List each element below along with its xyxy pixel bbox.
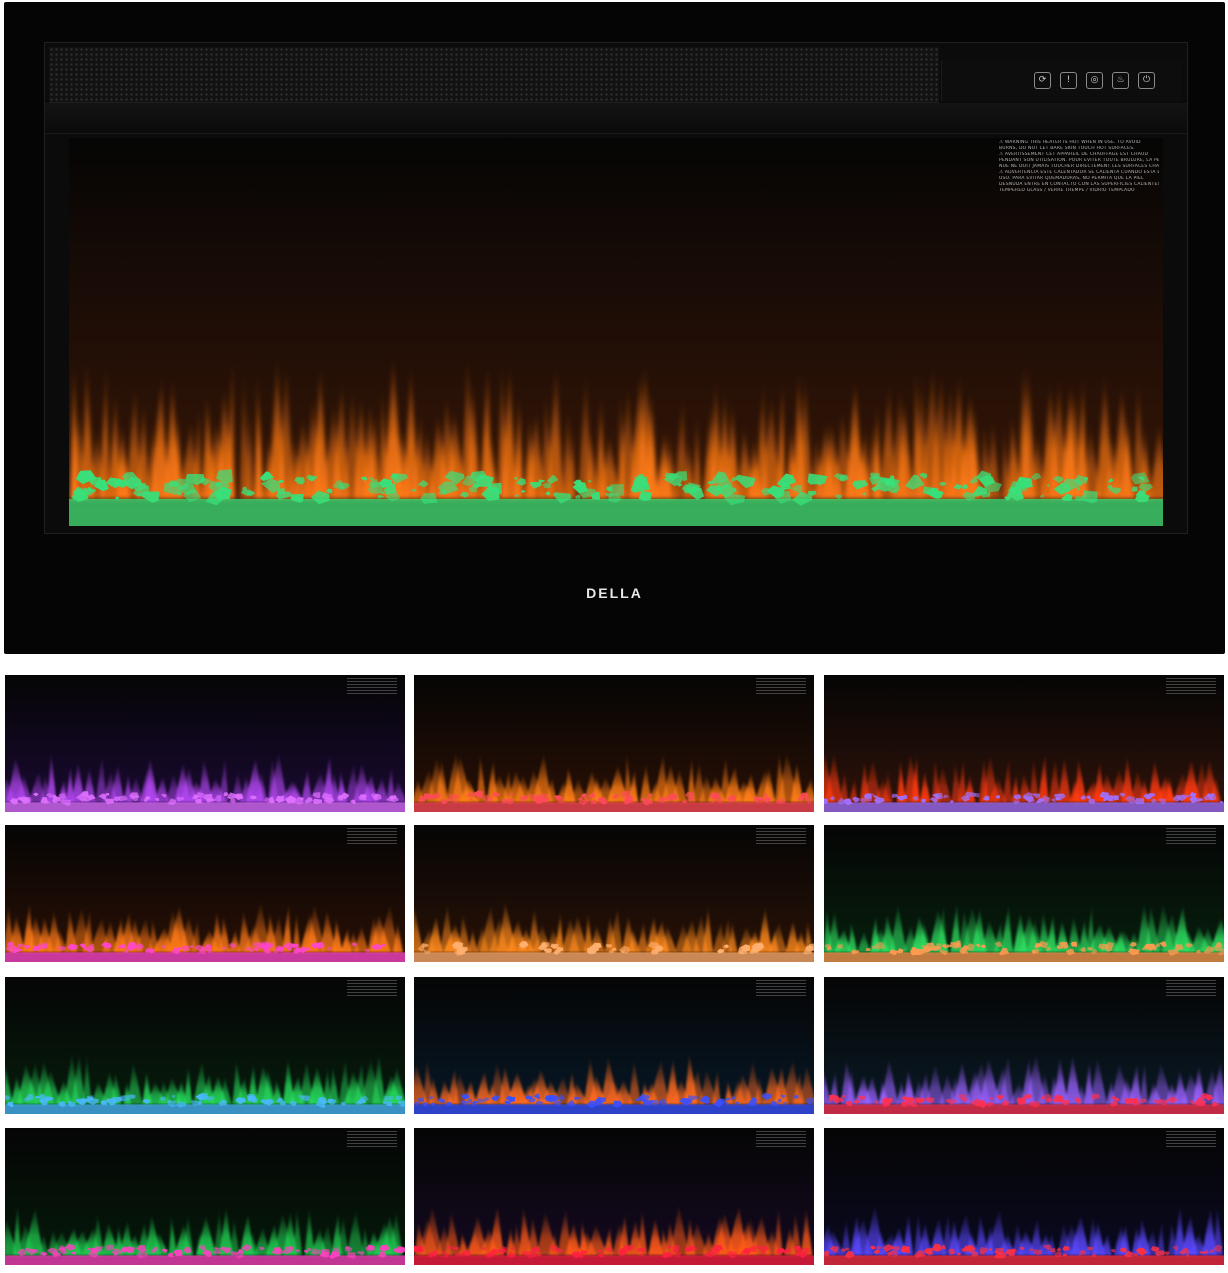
control-panel: ⟳ ! ◎ ♨ ⏻ [941, 61, 1182, 101]
ember-glow-strip [824, 802, 1224, 812]
ember-glow-strip [5, 1255, 405, 1265]
brand-logo: DELLA [586, 585, 643, 601]
variant-warning-label [756, 828, 806, 846]
variant-flame-display [414, 675, 814, 812]
ember-crystal [837, 944, 843, 949]
variant-warning-label [1166, 980, 1216, 998]
ember-glow-strip [5, 1104, 405, 1114]
variant-flame-display [824, 1128, 1224, 1265]
ember-glow-strip [824, 1104, 1224, 1114]
ember-glow-strip [69, 498, 1163, 526]
variant-flame-display [5, 825, 405, 962]
warning-label: ⚠ WARNING THIS HEATER IS HOT WHEN IN USE… [999, 140, 1159, 200]
color-variant-thumbnail [414, 977, 814, 1114]
color-variant-thumbnail [5, 825, 405, 962]
ember-crystal [290, 943, 296, 947]
flame-icon[interactable]: ♨ [1112, 72, 1129, 89]
color-variant-thumbnail [5, 1128, 405, 1265]
color-variant-thumbnail [414, 675, 814, 812]
ember-glow-strip [414, 1255, 814, 1265]
variant-flame-display [824, 825, 1224, 962]
fireplace-main-photo: ⟳ ! ◎ ♨ ⏻ ⚠ WARNING THIS HEATER IS HOT W… [4, 2, 1225, 654]
color-variant-thumbnail [824, 977, 1224, 1114]
variant-warning-label [756, 678, 806, 696]
variant-flame-display [824, 977, 1224, 1114]
variant-warning-label [1166, 1131, 1216, 1149]
variant-warning-label [347, 980, 397, 998]
variant-warning-label [1166, 678, 1216, 696]
variant-flame-display [414, 825, 814, 962]
fireplace-frame: ⟳ ! ◎ ♨ ⏻ ⚠ WARNING THIS HEATER IS HOT W… [44, 42, 1188, 534]
heater-vent-grille [49, 47, 939, 103]
color-variant-thumbnail [5, 977, 405, 1114]
variant-flame-display [414, 977, 814, 1114]
color-variant-thumbnail [824, 825, 1224, 962]
variant-flame-display [5, 675, 405, 812]
variant-warning-label [756, 1131, 806, 1149]
ember-glow-strip [5, 802, 405, 812]
ember-glow-strip [414, 1104, 814, 1114]
trim-bar [45, 103, 1187, 134]
ember-crystal [1131, 486, 1138, 492]
color-variant-thumbnail [414, 1128, 814, 1265]
variant-warning-label [756, 980, 806, 998]
color-variant-thumbnail [5, 675, 405, 812]
color-variant-thumbnail [824, 675, 1224, 812]
variant-warning-label [347, 678, 397, 696]
variant-flame-display [824, 675, 1224, 812]
fireplace-glass: ⚠ WARNING THIS HEATER IS HOT WHEN IN USE… [69, 138, 1163, 526]
color-variant-thumbnail [414, 825, 814, 962]
variant-warning-label [347, 1131, 397, 1149]
ember-glow-strip [824, 1255, 1224, 1265]
color-variant-thumbnail [824, 1128, 1224, 1265]
warning-line: TEMPERED GLASS / VERRE TREMPÉ / VIDRIO T… [999, 188, 1135, 193]
thermometer-icon[interactable]: ! [1060, 72, 1077, 89]
variant-flame-display [414, 1128, 814, 1265]
timer-icon[interactable]: ⟳ [1034, 72, 1051, 89]
ember-glow-strip [414, 802, 814, 812]
heat-icon[interactable]: ◎ [1086, 72, 1103, 89]
variant-warning-label [1166, 828, 1216, 846]
power-icon[interactable]: ⏻ [1138, 72, 1155, 89]
ember-glow-strip [5, 952, 405, 962]
ember-crystal [171, 1095, 176, 1098]
ember-glow-strip [414, 952, 814, 962]
ember-glow-strip [824, 952, 1224, 962]
variant-flame-display [5, 1128, 405, 1265]
ember-crystal [472, 1100, 478, 1104]
variant-flame-display [5, 977, 405, 1114]
variant-warning-label [347, 828, 397, 846]
